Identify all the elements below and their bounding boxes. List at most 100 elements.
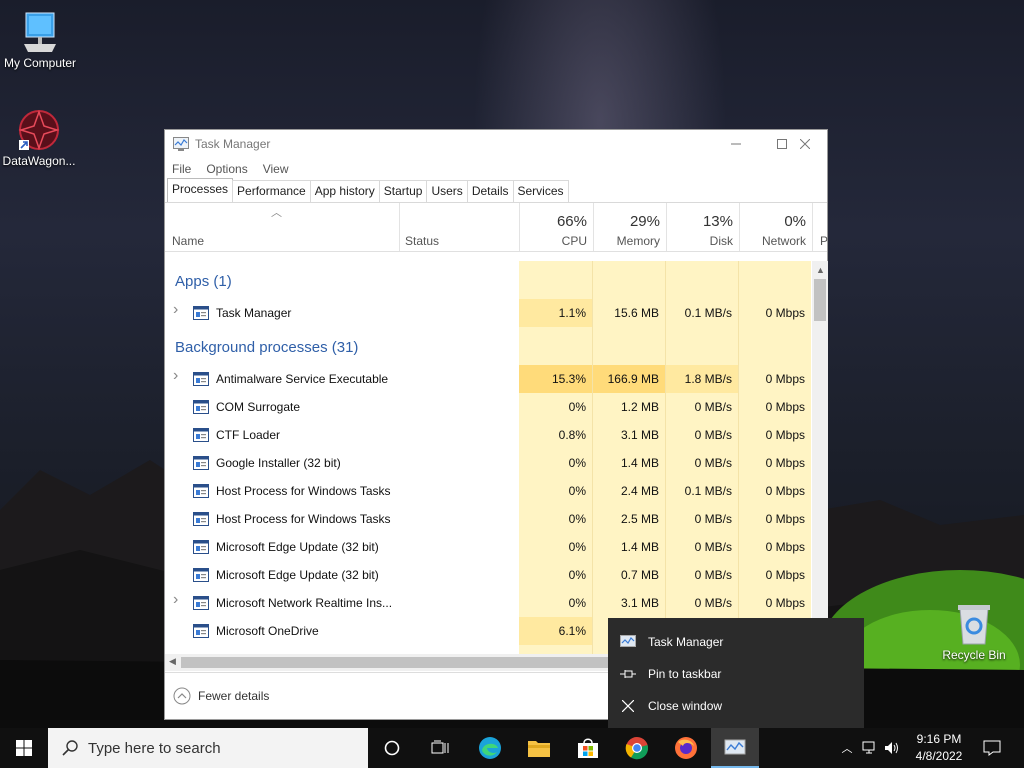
volume-icon[interactable]: [884, 741, 900, 755]
edge-icon: [479, 737, 501, 759]
context-item-label: Close window: [648, 699, 723, 713]
desktop-icon-recycle-bin[interactable]: Recycle Bin: [934, 602, 1014, 662]
edge-taskbar-button[interactable]: [466, 728, 514, 768]
expand-chevron-icon[interactable]: ›: [173, 591, 178, 609]
cpu-cell: 0%: [568, 456, 586, 470]
column-header-power[interactable]: P: [815, 203, 828, 251]
process-name: CTF Loader: [216, 428, 281, 442]
column-header-network[interactable]: 0% Network: [740, 203, 812, 251]
process-row[interactable]: Google Installer (32 bit) 0% 1.4 MB 0 MB/s 0…: [165, 449, 811, 477]
process-row[interactable]: COM Surrogate 0% 1.2 MB 0 MB/s 0 Mbps: [165, 393, 811, 421]
process-name: Microsoft Edge Update (32 bit): [216, 540, 379, 554]
close-icon: [800, 139, 810, 149]
process-row[interactable]: Microsoft Edge Update (32 bit) 0% 0.7 MB 0 …: [165, 561, 811, 589]
task-manager-icon: [620, 635, 636, 647]
expand-chevron-icon[interactable]: ›: [173, 301, 178, 319]
task-view-button[interactable]: [416, 728, 464, 768]
network-label: Network: [761, 234, 806, 248]
context-item-task-manager[interactable]: Task Manager: [608, 626, 864, 658]
desktop-icon-my-computer[interactable]: My Computer: [0, 10, 80, 70]
menu-view[interactable]: View: [263, 162, 289, 176]
column-header-name[interactable]: ︿ Name: [165, 203, 399, 251]
store-icon: [578, 738, 598, 758]
column-header-cpu[interactable]: 66% CPU: [520, 203, 593, 251]
menu-options[interactable]: Options: [206, 162, 247, 176]
desktop-icon-datawagon[interactable]: DataWagon...: [0, 108, 79, 168]
disk-cell: 0.1 MB/s: [684, 306, 732, 320]
task-view-icon: [431, 740, 449, 754]
store-button[interactable]: [564, 728, 612, 768]
group-title[interactable]: Apps (1): [175, 273, 232, 290]
vertical-scrollbar[interactable]: ▲: [812, 261, 828, 654]
tab-strip: Processes Performance App history Startu…: [165, 178, 827, 203]
close-icon: [622, 700, 634, 712]
scroll-left-icon[interactable]: ◀: [169, 656, 176, 667]
tab-users[interactable]: Users: [426, 180, 468, 202]
expand-chevron-icon[interactable]: ›: [173, 367, 178, 385]
process-name: COM Surrogate: [216, 400, 301, 414]
start-button[interactable]: [0, 728, 48, 768]
file-explorer-button[interactable]: [515, 728, 563, 768]
disk-cell: 0 MB/s: [694, 428, 732, 442]
tab-performance[interactable]: Performance: [232, 180, 311, 202]
cpu-label: CPU: [561, 234, 587, 248]
group-title[interactable]: Background processes (31): [175, 339, 358, 356]
memory-cell: 1.4 MB: [620, 540, 659, 554]
system-tray: ︿: [838, 728, 900, 768]
memory-percent: 29%: [629, 213, 660, 230]
my-computer-icon: [24, 12, 56, 52]
network-cell: 0 Mbps: [765, 428, 805, 442]
vertical-scroll-thumb[interactable]: [814, 279, 826, 321]
clock[interactable]: 9:16 PM 4/8/2022: [904, 731, 974, 765]
process-row[interactable]: Host Process for Windows Tasks 0% 2.5 MB 0 …: [165, 505, 811, 533]
context-item-pin-to-taskbar[interactable]: Pin to taskbar: [608, 658, 864, 690]
column-header-disk[interactable]: 13% Disk: [667, 203, 739, 251]
close-button[interactable]: [782, 130, 828, 158]
search-placeholder: Type here to search: [88, 739, 221, 757]
scroll-up-icon[interactable]: ▲: [816, 265, 825, 275]
disk-cell: 0 MB/s: [694, 456, 732, 470]
pin-icon: [620, 670, 636, 678]
network-cell: 0 Mbps: [765, 512, 805, 526]
minimize-icon: [731, 143, 741, 145]
tab-processes[interactable]: Processes: [167, 178, 234, 202]
column-header-memory[interactable]: 29% Memory: [594, 203, 666, 251]
network-percent: 0%: [784, 213, 806, 230]
process-row[interactable]: Host Process for Windows Tasks 0% 2.4 MB 0.…: [165, 477, 811, 505]
task-manager-taskbar-button[interactable]: [711, 728, 759, 768]
process-name: Google Installer (32 bit): [216, 456, 341, 470]
search-box[interactable]: Type here to search: [48, 728, 368, 768]
process-row[interactable]: › Task Manager 1.1% 15.6 MB 0.1 MB/s 0 Mbps: [165, 299, 811, 327]
action-center-button[interactable]: [968, 728, 1016, 768]
process-row[interactable]: › Antimalware Service Executable 15.3% 166.…: [165, 365, 811, 393]
tab-details[interactable]: Details: [466, 180, 514, 202]
tab-startup[interactable]: Startup: [378, 180, 428, 202]
title-bar[interactable]: Task Manager: [165, 130, 827, 158]
notification-icon: [983, 740, 1001, 756]
cpu-cell: 0%: [568, 484, 586, 498]
firefox-button[interactable]: [662, 728, 710, 768]
process-row[interactable]: CTF Loader 0.8% 3.1 MB 0 MB/s 0 Mbps: [165, 421, 811, 449]
process-row[interactable]: › Microsoft Network Realtime Ins... 0% 3.1 …: [165, 589, 811, 617]
network-icon[interactable]: [862, 741, 878, 755]
cortana-button[interactable]: [368, 728, 416, 768]
minimize-button[interactable]: [713, 130, 759, 158]
process-icon: [193, 456, 209, 470]
fewer-details-button[interactable]: Fewer details: [173, 687, 269, 705]
cpu-cell: 6.1%: [519, 617, 592, 645]
menu-bar: File Options View: [165, 158, 827, 180]
tab-app-history[interactable]: App history: [309, 180, 380, 202]
column-header-status[interactable]: Status: [400, 203, 519, 251]
tab-services[interactable]: Services: [512, 180, 569, 202]
cpu-cell: 0%: [568, 512, 586, 526]
chrome-button[interactable]: [613, 728, 661, 768]
context-item-close-window[interactable]: Close window: [608, 690, 864, 722]
process-list: Apps (1) › Task Manager 1.1% 15.6 MB 0.1 MB/s…: [165, 261, 811, 654]
menu-file[interactable]: File: [172, 162, 191, 176]
horizontal-scroll-thumb[interactable]: [181, 657, 611, 668]
firefox-icon: [675, 737, 697, 759]
process-row[interactable]: Microsoft Edge Update (32 bit) 0% 1.4 MB 0 …: [165, 533, 811, 561]
show-hidden-icons-chevron-up-icon[interactable]: ︿: [838, 740, 856, 756]
search-icon: [62, 740, 78, 756]
context-item-label: Task Manager: [648, 635, 724, 649]
